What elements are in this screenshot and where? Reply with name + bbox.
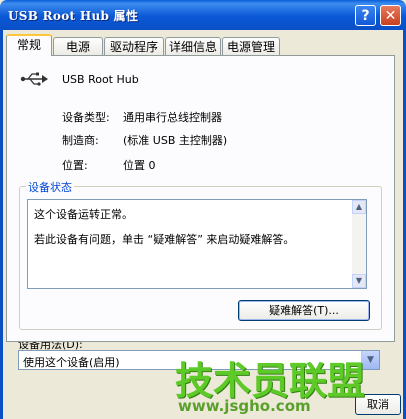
tab-driver[interactable]: 驱动程序 [104,37,164,55]
tab-power-management[interactable]: 电源管理 [222,37,280,55]
title-bar[interactable]: USB Root Hub 属性 ? ✕ [0,0,406,30]
status-line-2: 若此设备有问题，单击 “疑难解答” 来启动疑难解答。 [34,233,295,246]
tab-details[interactable]: 详细信息 [165,37,221,55]
manufacturer-label: 制造商: [62,134,99,147]
device-status-title: 设备状态 [26,179,74,195]
scroll-up-arrow-icon[interactable]: ▲ [352,200,366,214]
tab-general[interactable]: 常规 [6,34,52,56]
device-status-group: 设备状态 这个设备运转正常。 若此设备有问题，单击 “疑难解答” 来启动疑难解答… [19,179,382,330]
window-border-left [0,30,3,419]
manufacturer-value: (标准 USB 主控制器) [123,134,228,147]
close-button[interactable]: ✕ [380,5,401,26]
device-usage-value: 使用这个设备(启用) [23,356,120,369]
scroll-down-arrow-icon[interactable]: ▼ [352,274,366,288]
location-label: 位置: [62,159,88,172]
device-status-box[interactable]: 这个设备运转正常。 若此设备有问题，单击 “疑难解答” 来启动疑难解答。 ▲ ▼ [27,199,367,289]
tab-power[interactable]: 电源 [53,37,103,55]
watermark-url: www.jsgho.com [178,397,311,415]
general-tab-panel: USB Root Hub 设备类型: 通用串行总线控制器 制造商: (标准 US… [6,55,395,342]
status-scrollbar[interactable]: ▲ ▼ [352,200,366,288]
location-value: 位置 0 [123,159,156,172]
usb-icon [20,72,48,86]
troubleshoot-button[interactable]: 疑难解答(T)... [238,300,370,321]
device-name: USB Root Hub [62,73,139,86]
device-type-value: 通用串行总线控制器 [123,111,222,124]
help-button[interactable]: ? [355,5,376,26]
window-title: USB Root Hub 属性 [8,9,139,23]
device-type-label: 设备类型: [62,111,110,124]
status-line-1: 这个设备运转正常。 [34,208,133,221]
